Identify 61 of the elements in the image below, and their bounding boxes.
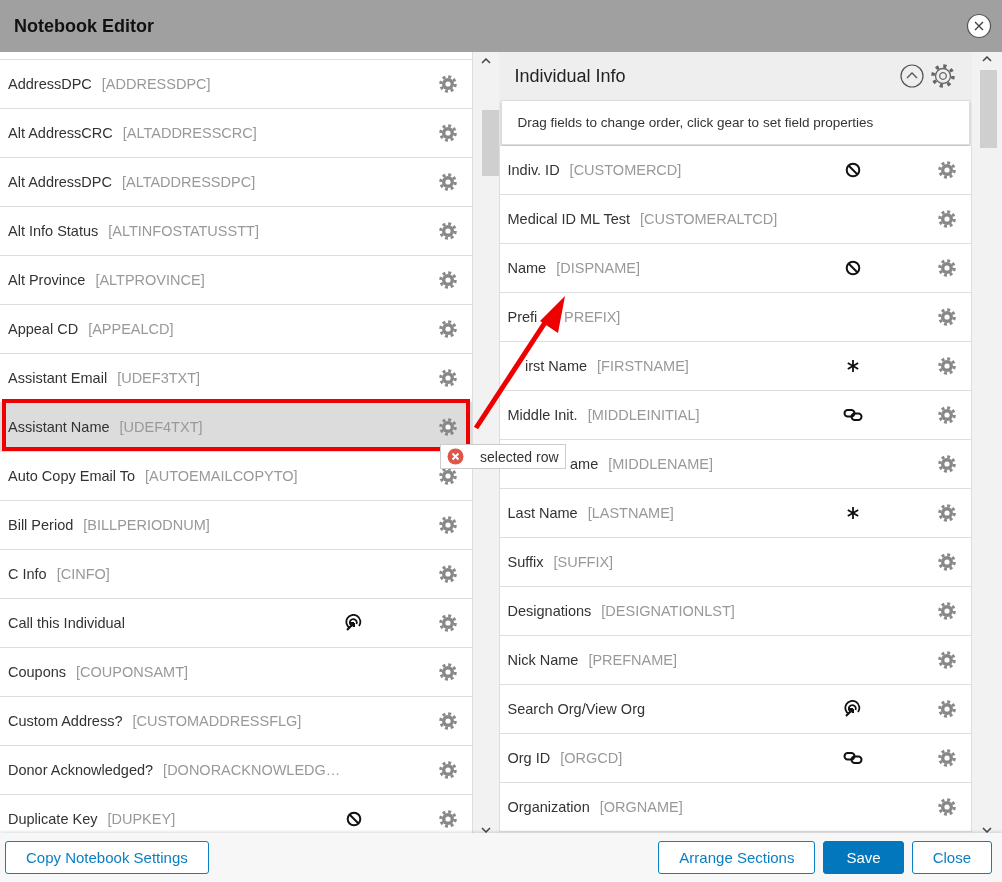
field-code: [ALTINFOSTATUSSTT]	[108, 223, 259, 239]
field-code: [UDEF3TXT]	[117, 370, 201, 386]
field-code: [CUSTOMADDRESSFLG]	[132, 713, 302, 729]
field-code: [CUSTOMERALTCD]	[640, 211, 778, 227]
section-title: Individual Info	[514, 65, 627, 87]
field-label: Middle Init.	[507, 407, 578, 423]
field-label: Designations	[507, 603, 592, 619]
hint-text: Drag fields to change order, click gear to set field properties	[500, 100, 971, 145]
field-code: [DUPKEY]	[107, 811, 176, 827]
field-code: [DISPNAME]	[556, 260, 640, 276]
field-label: Name	[507, 260, 547, 276]
field-code: [ALTADDRESSCRC]	[122, 125, 257, 141]
field-code: [LASTNAME]	[587, 505, 674, 521]
field-label: Call this Individual	[8, 615, 125, 631]
field-code: [ALTADDRESSDPC]	[121, 174, 256, 190]
field-label: Bill Period	[8, 517, 74, 533]
field-code: [UDEF4TXT]	[119, 419, 203, 435]
field-label: Prefi	[507, 309, 538, 325]
field-code: [DONORACKNOWLEDG…	[163, 762, 341, 778]
field-label: Assistant Name	[8, 419, 110, 435]
field-code: [DESIGNATIONLST]	[601, 603, 735, 619]
field-label: Suffix	[507, 554, 544, 570]
field-label: Assistant Email	[8, 370, 108, 386]
field-code: [ALTPROVINCE]	[95, 272, 205, 288]
field-label: ame	[570, 456, 599, 472]
field-code: [MIDDLENAME]	[608, 456, 713, 472]
field-label: Nick Name	[507, 652, 579, 668]
field-code: [COUPONSAMT]	[76, 664, 189, 680]
field-label: Appeal CD	[8, 321, 79, 337]
field-code: [ADDRESSDPC]	[101, 76, 211, 92]
field-label: Custom Address?	[8, 713, 123, 729]
field-label: AddressDPC	[8, 76, 92, 92]
field-code: [APPEALCD]	[88, 321, 174, 337]
field-label: Indiv. ID	[507, 162, 560, 178]
field-label: Organization	[507, 799, 590, 815]
window-title: Notebook Editor	[14, 15, 155, 37]
field-code: [AUTOEMAILCOPYTO]	[145, 468, 298, 484]
field-label: Coupons	[8, 664, 67, 680]
field-code: [BILLPERIODNUM]	[83, 517, 210, 533]
field-code: PREFIX]	[564, 309, 621, 325]
field-code: [FIRSTNAME]	[597, 358, 689, 374]
field-label: Org ID	[507, 750, 551, 766]
field-code: [ORGCD]	[560, 750, 623, 766]
field-label: Medical ID ML Test	[507, 211, 630, 227]
field-code: [CUSTOMERCD]	[569, 162, 682, 178]
field-label: Last Name	[507, 505, 578, 521]
field-label: Alt AddressCRC	[8, 125, 113, 141]
field-code: [ORGNAME]	[599, 799, 683, 815]
field-code: [PREFNAME]	[588, 652, 678, 668]
field-label: Alt Info Status	[8, 223, 99, 239]
field-code: [SUFFIX]	[553, 554, 614, 570]
field-label: C Info	[8, 566, 47, 582]
field-label: Duplicate Key	[8, 811, 98, 827]
field-code: [CINFO]	[56, 566, 110, 582]
field-label: Search Org/View Org	[507, 701, 646, 717]
field-label: irst Name	[525, 358, 588, 374]
field-label: Alt Province	[8, 272, 86, 288]
field-label: Donor Acknowledged?	[8, 762, 154, 778]
field-label: Alt AddressDPC	[8, 174, 112, 190]
field-code: [MIDDLEINITIAL]	[587, 407, 700, 423]
field-label: Auto Copy Email To	[8, 468, 136, 484]
